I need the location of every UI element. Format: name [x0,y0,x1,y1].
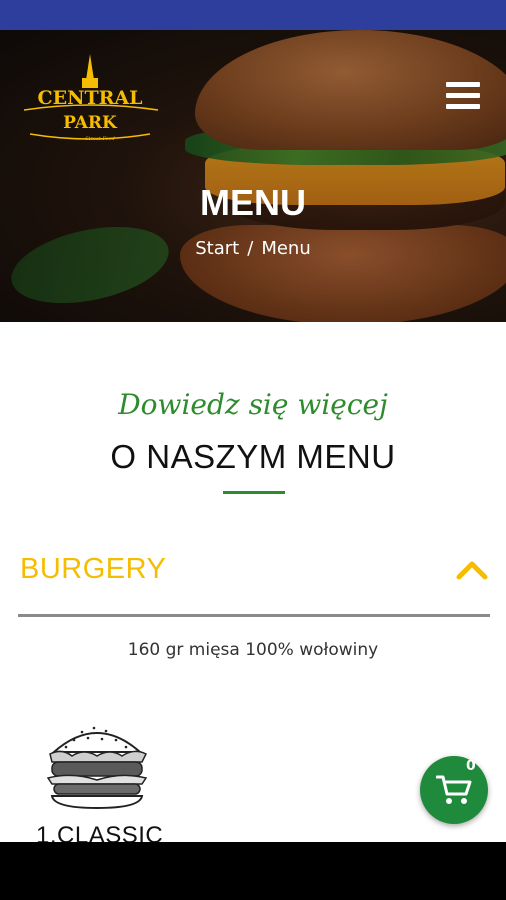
category-accordion-burgery[interactable]: BURGERY [18,548,488,596]
category-description: 160 gr mięsa 100% wołowiny [127,640,379,660]
category-divider [18,614,490,617]
svg-text:CENTRAL: CENTRAL [37,87,142,109]
burger-sketch-image[interactable] [42,718,152,810]
cart-count-badge: 0 [466,758,476,774]
section-subtitle: Dowiedz się więcej [118,388,388,421]
svg-text:Street Food: Street Food [85,136,115,142]
breadcrumb-start-link[interactable]: Start [195,238,239,259]
menu-line [446,93,480,98]
menu-line [446,82,480,87]
page-title: MENU [200,182,306,223]
category-label: BURGERY [20,553,167,585]
breadcrumb-current: Menu [261,238,311,259]
svg-text:PARK: PARK [63,113,118,133]
system-navigation-bar [0,842,506,900]
chevron-up-icon[interactable] [456,558,488,580]
hero-banner: CENTRAL PARK Street Food MENU Start / Menu [0,30,506,322]
central-park-logo[interactable]: CENTRAL PARK Street Food [18,52,163,147]
breadcrumb-separator: / [247,238,254,259]
shopping-cart-icon [436,775,472,804]
title-underline [223,491,285,494]
breadcrumb: Start / Menu [0,238,506,259]
hamburger-menu-icon[interactable] [446,82,480,114]
status-bar [0,0,506,30]
section-title: O NASZYM MENU [110,438,396,475]
cart-button[interactable]: 0 [420,756,488,824]
menu-line [446,104,480,109]
